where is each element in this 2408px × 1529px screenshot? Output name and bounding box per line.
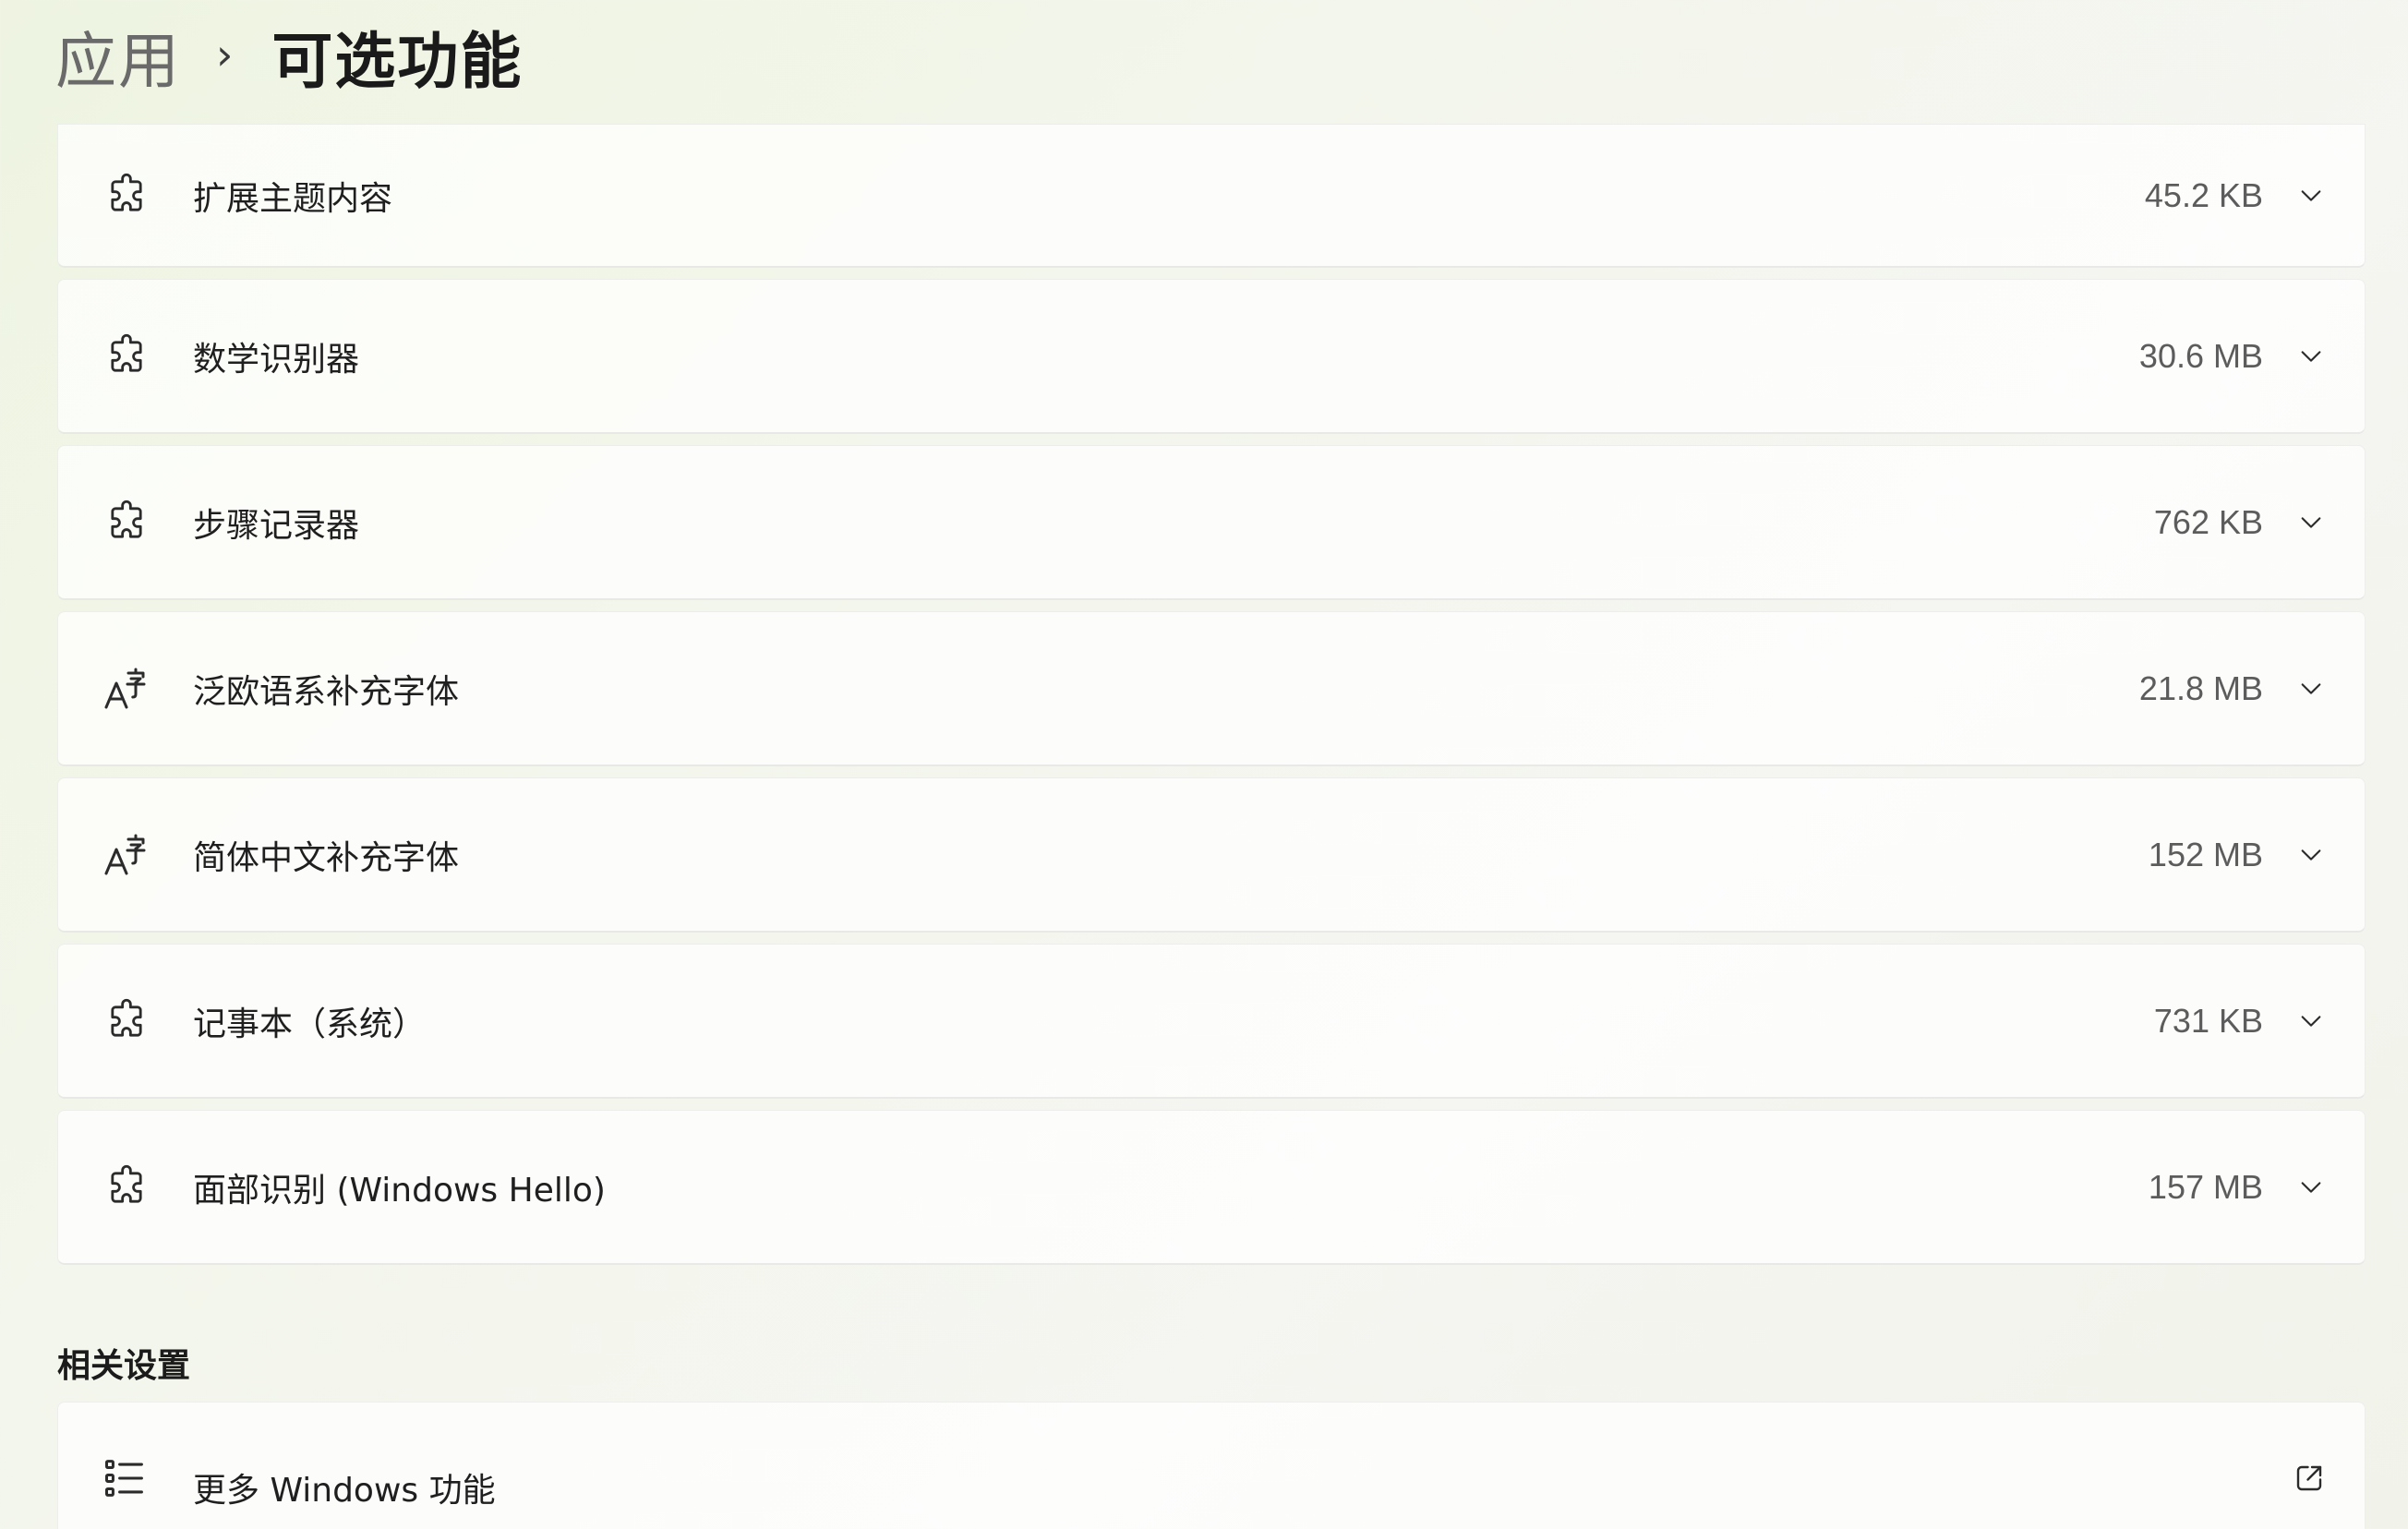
- puzzle-icon: [101, 1162, 152, 1213]
- optional-features-list: 扩展主题内容 45.2 KB 数学识别器 30.6 MB 步骤记录器 762 K…: [57, 124, 2366, 1276]
- feature-name: 数学识别器: [193, 340, 360, 379]
- feature-row[interactable]: 数学识别器 30.6 MB: [57, 279, 2366, 434]
- page-title: 可选功能: [271, 26, 524, 97]
- feature-size: 762 KB: [2153, 502, 2263, 541]
- feature-size: 152 MB: [2148, 835, 2263, 873]
- feature-name: 面部识别 (Windows Hello): [193, 1171, 606, 1210]
- feature-row[interactable]: 面部识别 (Windows Hello) 157 MB: [57, 1110, 2366, 1265]
- feature-name: 步骤记录器: [193, 506, 360, 545]
- feature-size: 45.2 KB: [2144, 175, 2263, 214]
- breadcrumb: 应用 › 可选功能: [55, 6, 523, 107]
- feature-size: 30.6 MB: [2138, 336, 2263, 375]
- feature-name: 记事本（系统）: [193, 1005, 427, 1043]
- open-external-icon[interactable]: [2293, 1462, 2330, 1499]
- feature-row[interactable]: 简体中文补充字体 152 MB: [57, 777, 2366, 933]
- chevron-down-icon[interactable]: [2293, 177, 2330, 214]
- feature-row[interactable]: 记事本（系统） 731 KB: [57, 944, 2366, 1099]
- more-windows-features-link[interactable]: 更多 Windows 功能: [57, 1402, 2366, 1529]
- puzzle-icon: [101, 995, 152, 1047]
- chevron-down-icon[interactable]: [2293, 504, 2330, 541]
- puzzle-icon: [101, 331, 152, 382]
- font-icon: [101, 663, 152, 715]
- chevron-down-icon[interactable]: [2293, 338, 2330, 375]
- breadcrumb-apps[interactable]: 应用: [55, 12, 181, 101]
- feature-name: 泛欧语系补充字体: [193, 672, 460, 711]
- list-icon: [101, 1454, 152, 1506]
- feature-name: 简体中文补充字体: [193, 838, 460, 877]
- font-icon: [101, 829, 152, 881]
- puzzle-icon: [101, 170, 152, 222]
- puzzle-icon: [101, 497, 152, 548]
- chevron-down-icon[interactable]: [2293, 1003, 2330, 1040]
- feature-size: 21.8 MB: [2138, 668, 2263, 707]
- related-settings-heading: 相关设置: [57, 1347, 191, 1385]
- chevron-down-icon[interactable]: [2293, 670, 2330, 707]
- chevron-down-icon[interactable]: [2293, 837, 2330, 873]
- feature-row[interactable]: 步骤记录器 762 KB: [57, 445, 2366, 600]
- feature-name: 扩展主题内容: [193, 179, 393, 218]
- more-windows-features-label: 更多 Windows 功能: [193, 1472, 496, 1510]
- feature-row[interactable]: 泛欧语系补充字体 21.8 MB: [57, 611, 2366, 766]
- breadcrumb-chevron-icon: ›: [216, 30, 235, 79]
- feature-row[interactable]: 扩展主题内容 45.2 KB: [57, 124, 2366, 268]
- chevron-down-icon[interactable]: [2293, 1169, 2330, 1206]
- feature-size: 157 MB: [2148, 1167, 2263, 1206]
- feature-size: 731 KB: [2153, 1001, 2263, 1040]
